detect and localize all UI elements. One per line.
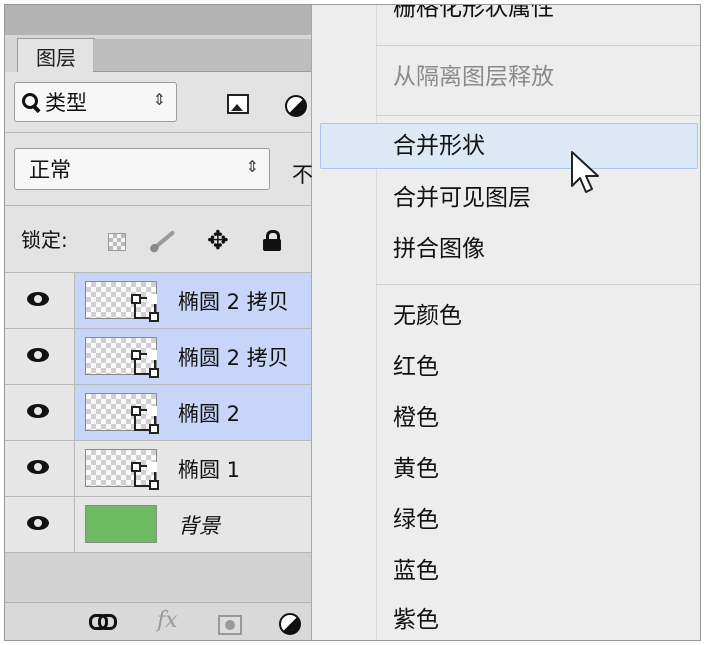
layer-row[interactable]: 椭圆 1 xyxy=(5,441,311,497)
layer-row[interactable]: 椭圆 2 拷贝 xyxy=(5,329,311,385)
eye-icon xyxy=(27,404,49,418)
visibility-toggle[interactable] xyxy=(5,497,75,552)
layer-thumbnail xyxy=(85,393,159,434)
menu-separator xyxy=(376,45,700,46)
screenshot-frame: 图层 类型 ⇕ 正常 ⇕ 不 锁定: ✥ 椭圆 2 拷贝 椭圆 2 拷贝 椭圆 … xyxy=(4,4,701,641)
lock-row: 锁定: ✥ xyxy=(5,206,311,273)
visibility-toggle[interactable] xyxy=(5,385,75,440)
visibility-toggle[interactable] xyxy=(5,329,75,384)
panel-title-bar xyxy=(5,5,311,35)
eye-icon xyxy=(27,460,49,474)
blend-row: 正常 ⇕ 不 xyxy=(5,133,313,206)
select-caret-icon: ⇕ xyxy=(152,90,166,109)
link-layers-icon[interactable] xyxy=(89,614,117,630)
menu-item-yellow[interactable]: 黄色 xyxy=(393,454,439,484)
vector-shape-icon xyxy=(131,294,159,322)
vector-shape-icon xyxy=(131,350,159,378)
tab-layers-label: 图层 xyxy=(36,45,76,70)
eye-icon xyxy=(27,348,49,362)
filter-row: 类型 ⇕ xyxy=(5,72,311,133)
layer-row-main[interactable]: 椭圆 2 拷贝 xyxy=(75,329,311,384)
vector-shape-icon xyxy=(131,462,159,490)
layer-name: 椭圆 2 拷贝 xyxy=(178,290,289,314)
menu-item-merge-shapes[interactable]: 合并形状 xyxy=(393,131,485,161)
menu-item-green[interactable]: 绿色 xyxy=(393,505,439,535)
layer-row-main[interactable]: 椭圆 1 xyxy=(75,441,311,496)
layer-name: 椭圆 2 xyxy=(178,402,241,426)
background-thumbnail xyxy=(85,505,157,543)
menu-item-rasterize-shape[interactable]: 栅格化形状属性 xyxy=(393,5,554,23)
adjustment-filter-icon[interactable] xyxy=(285,95,307,117)
tab-layers[interactable]: 图层 xyxy=(17,38,95,73)
select-caret-icon: ⇕ xyxy=(245,157,259,176)
filter-kind-select[interactable]: 类型 ⇕ xyxy=(14,82,177,122)
tab-strip xyxy=(93,39,311,72)
menu-item-release-isolation[interactable]: 从隔离图层释放 xyxy=(393,62,554,92)
lock-all-icon[interactable] xyxy=(263,230,281,251)
lock-transparent-pixels-icon[interactable] xyxy=(108,233,126,251)
context-menu: 栅格化形状属性 从隔离图层释放 合并形状 合并可见图层 拼合图像 无颜色 红色 … xyxy=(312,5,700,640)
layer-name: 椭圆 2 拷贝 xyxy=(178,346,289,370)
lock-image-pixels-brush-icon[interactable] xyxy=(152,230,176,250)
layer-name: 椭圆 1 xyxy=(178,458,241,482)
layers-footer: fx xyxy=(5,602,311,640)
menu-item-violet[interactable]: 紫色 xyxy=(393,605,439,635)
menu-separator xyxy=(376,115,700,116)
opacity-label: 不 xyxy=(292,163,313,187)
menu-hover-highlight xyxy=(320,123,698,169)
visibility-toggle[interactable] xyxy=(5,441,75,496)
layer-row-main[interactable]: 背景 xyxy=(75,497,311,552)
menu-item-flatten-image[interactable]: 拼合图像 xyxy=(393,234,485,264)
menu-item-no-color[interactable]: 无颜色 xyxy=(393,301,462,331)
eye-icon xyxy=(27,292,49,306)
layer-row-main[interactable]: 椭圆 2 xyxy=(75,385,311,440)
layer-row[interactable]: 椭圆 2 xyxy=(5,385,311,441)
eye-icon xyxy=(27,516,49,530)
layer-row[interactable]: 背景 xyxy=(5,497,311,553)
menu-item-blue[interactable]: 蓝色 xyxy=(393,556,439,586)
search-icon xyxy=(21,91,41,113)
menu-separator xyxy=(376,284,700,285)
blend-mode-select[interactable]: 正常 ⇕ xyxy=(14,148,270,190)
blend-mode-value: 正常 xyxy=(29,158,71,182)
visibility-toggle[interactable] xyxy=(5,273,75,328)
layers-panel: 图层 类型 ⇕ 正常 ⇕ 不 锁定: ✥ 椭圆 2 拷贝 椭圆 2 拷贝 椭圆 … xyxy=(5,5,313,640)
mouse-pointer-icon xyxy=(571,151,599,193)
layer-thumbnail xyxy=(85,281,159,322)
layer-style-fx-icon[interactable]: fx xyxy=(157,608,178,633)
add-mask-icon[interactable] xyxy=(218,615,242,635)
layer-thumbnail xyxy=(85,337,159,378)
vector-shape-icon xyxy=(131,406,159,434)
layers-empty-area xyxy=(5,553,311,601)
menu-item-orange[interactable]: 橙色 xyxy=(393,403,439,433)
menu-item-merge-visible[interactable]: 合并可见图层 xyxy=(393,183,531,213)
layer-row-main[interactable]: 椭圆 2 拷贝 xyxy=(75,273,311,328)
layer-row[interactable]: 椭圆 2 拷贝 xyxy=(5,273,311,329)
lock-label: 锁定: xyxy=(21,228,68,252)
layer-thumbnail xyxy=(85,449,159,490)
menu-item-red[interactable]: 红色 xyxy=(393,352,439,382)
new-adjustment-icon[interactable] xyxy=(279,613,301,635)
lock-position-move-icon[interactable]: ✥ xyxy=(207,226,229,256)
pixel-layer-filter-icon[interactable] xyxy=(227,94,249,114)
menu-icon-gutter xyxy=(376,5,377,640)
filter-kind-label: 类型 xyxy=(45,91,87,115)
layer-name: 背景 xyxy=(178,514,220,538)
